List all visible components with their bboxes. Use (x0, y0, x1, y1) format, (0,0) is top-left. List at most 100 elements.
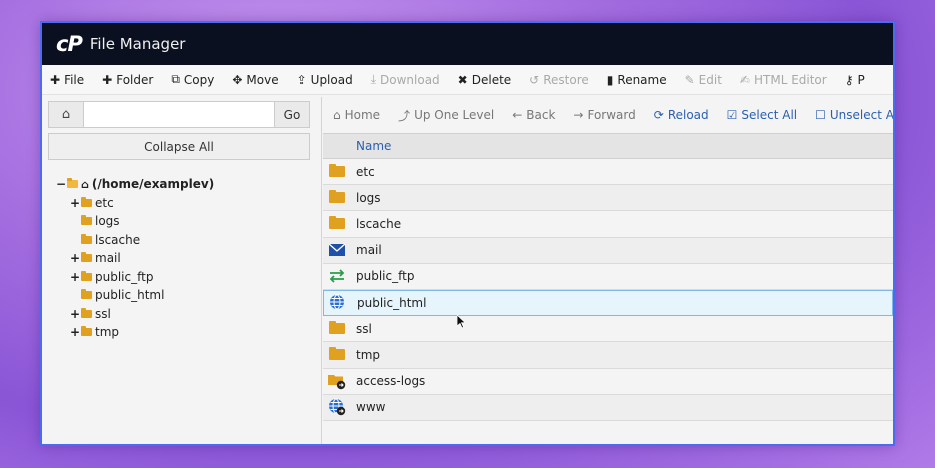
file-row-public-ftp[interactable]: public_ftp (323, 264, 893, 290)
delete-button[interactable]: ✖ Delete (458, 73, 512, 87)
tree-item-public-html[interactable]: public_html (56, 286, 214, 305)
tree-item-lscache[interactable]: lscache (56, 231, 214, 250)
up-level-icon: ⤴ (398, 108, 411, 123)
expand-toggle-icon[interactable]: + (70, 325, 80, 339)
key-icon: ⚷ (844, 72, 854, 87)
tree-item-label: tmp (95, 325, 120, 340)
plus-icon: ✚ (50, 72, 61, 87)
file-row-access-logs[interactable]: access-logs (323, 369, 893, 395)
home-icon: ⌂ (61, 107, 71, 122)
directory-tree-pane: ⌂ Go Collapse All − ⌂ (/home/examplev) +… (42, 97, 322, 444)
back-label: Back (526, 108, 556, 122)
x-icon: ✖ (457, 72, 468, 87)
file-name: public_html (357, 296, 427, 311)
select-all-label: Select All (741, 108, 798, 122)
file-row-mail[interactable]: mail (323, 237, 893, 264)
collapse-all-button[interactable]: Collapse All (48, 133, 310, 160)
html-editor-icon: ✍ (739, 72, 750, 87)
folder-icon (328, 321, 346, 337)
file-icon: ▮ (606, 72, 614, 87)
file-row-tmp[interactable]: tmp (323, 342, 893, 369)
cpanel-logo: cP (56, 32, 83, 56)
file-name: access-logs (356, 374, 426, 389)
expand-toggle-icon[interactable]: + (70, 196, 80, 210)
file-button[interactable]: ✚ File (50, 73, 84, 87)
file-list: etc logs lscache mail public_ftp public_htmls… (323, 159, 893, 421)
file-name: ssl (356, 321, 372, 336)
folder-icon (328, 164, 346, 180)
mouse-cursor-icon (457, 315, 467, 329)
html-editor-button[interactable]: ✍ HTML Editor (740, 73, 827, 87)
folder-button[interactable]: ✚ Folder (102, 73, 153, 87)
tree-item-mail[interactable]: + mail (56, 249, 214, 268)
up-button[interactable]: ⤴ Up One Level (398, 107, 494, 124)
mail-icon (328, 242, 346, 258)
path-bar: ⌂ Go (48, 101, 310, 128)
file-row-etc[interactable]: etc (323, 159, 893, 186)
home-label: Home (344, 108, 381, 122)
folder-shape (329, 216, 345, 230)
upload-button[interactable]: ⇪ Upload (297, 73, 353, 87)
file-row-www[interactable]: www (323, 394, 893, 421)
go-button[interactable]: Go (274, 101, 310, 128)
folder-icon (328, 347, 346, 363)
folder-icon (81, 252, 92, 263)
unselect-all-button[interactable]: ☐ Unselect All (815, 108, 895, 122)
delete-label: Delete (471, 72, 512, 87)
home-button[interactable]: ⌂ Home (333, 108, 380, 122)
restore-button[interactable]: ↺ Restore (529, 73, 589, 87)
tree-item-label: ssl (95, 306, 111, 321)
directory-tree: − ⌂ (/home/examplev) + etc logs lscache + mai… (56, 175, 214, 342)
arrow-right-icon: → (573, 108, 584, 122)
rename-label: Rename (617, 72, 667, 87)
tree-item-label: mail (95, 251, 121, 266)
tree-item-logs[interactable]: logs (56, 212, 214, 231)
reload-button[interactable]: ⟳ Reload (654, 108, 709, 122)
copy-icon: ⧉ (171, 72, 180, 86)
app-title: File Manager (89, 35, 186, 53)
forward-button[interactable]: → Forward (573, 108, 635, 122)
folder-shape (329, 347, 345, 361)
restore-label: Restore (543, 72, 589, 87)
tree-root-label: (/home/examplev) (91, 177, 215, 192)
path-input[interactable] (84, 101, 274, 128)
copy-button[interactable]: ⧉ Copy (171, 72, 214, 87)
edit-label: Edit (698, 72, 722, 87)
file-row-public-html[interactable]: public_html (323, 289, 893, 317)
expand-toggle-icon[interactable]: + (70, 270, 80, 284)
home-icon: ⌂ (81, 177, 89, 191)
pencil-icon: ✎ (684, 72, 695, 87)
tree-item-etc[interactable]: + etc (56, 194, 214, 213)
folder-shape (329, 190, 345, 204)
file-name: www (356, 400, 386, 415)
move-button[interactable]: ✥ Move (232, 73, 278, 87)
folder-shape (329, 321, 345, 335)
rename-button[interactable]: ▮ Rename (607, 73, 667, 87)
file-row-ssl[interactable]: ssl (323, 316, 893, 343)
file-row-lscache[interactable]: lscache (323, 211, 893, 238)
upload-label: Upload (310, 72, 353, 87)
file-row-logs[interactable]: logs (323, 185, 893, 212)
edit-button[interactable]: ✎ Edit (685, 73, 722, 87)
tree-item-tmp[interactable]: + tmp (56, 323, 214, 342)
column-header-name[interactable]: Name (323, 133, 893, 159)
permissions-button[interactable]: ⚷ P (845, 73, 865, 87)
tree-item-ssl[interactable]: + ssl (56, 305, 214, 324)
folder-icon (81, 196, 92, 207)
download-icon: ⤓ (370, 72, 377, 86)
expand-toggle-icon[interactable]: + (70, 307, 80, 321)
expand-toggle-icon[interactable]: + (70, 251, 80, 265)
collapse-toggle-icon[interactable]: − (56, 177, 66, 191)
path-home-button[interactable]: ⌂ (48, 101, 84, 128)
file-name: etc (356, 164, 375, 179)
reload-label: Reload (667, 108, 709, 122)
download-button[interactable]: ⤓ Download (371, 72, 440, 87)
forward-label: Forward (587, 108, 636, 122)
tree-root[interactable]: − ⌂ (/home/examplev) (56, 175, 214, 194)
unselect-all-label: Unselect All (829, 108, 895, 122)
tree-item-label: lscache (95, 232, 141, 247)
file-name: mail (356, 243, 382, 258)
tree-item-public-ftp[interactable]: + public_ftp (56, 268, 214, 287)
back-button[interactable]: ← Back (512, 108, 555, 122)
select-all-button[interactable]: ☑ Select All (727, 108, 797, 122)
